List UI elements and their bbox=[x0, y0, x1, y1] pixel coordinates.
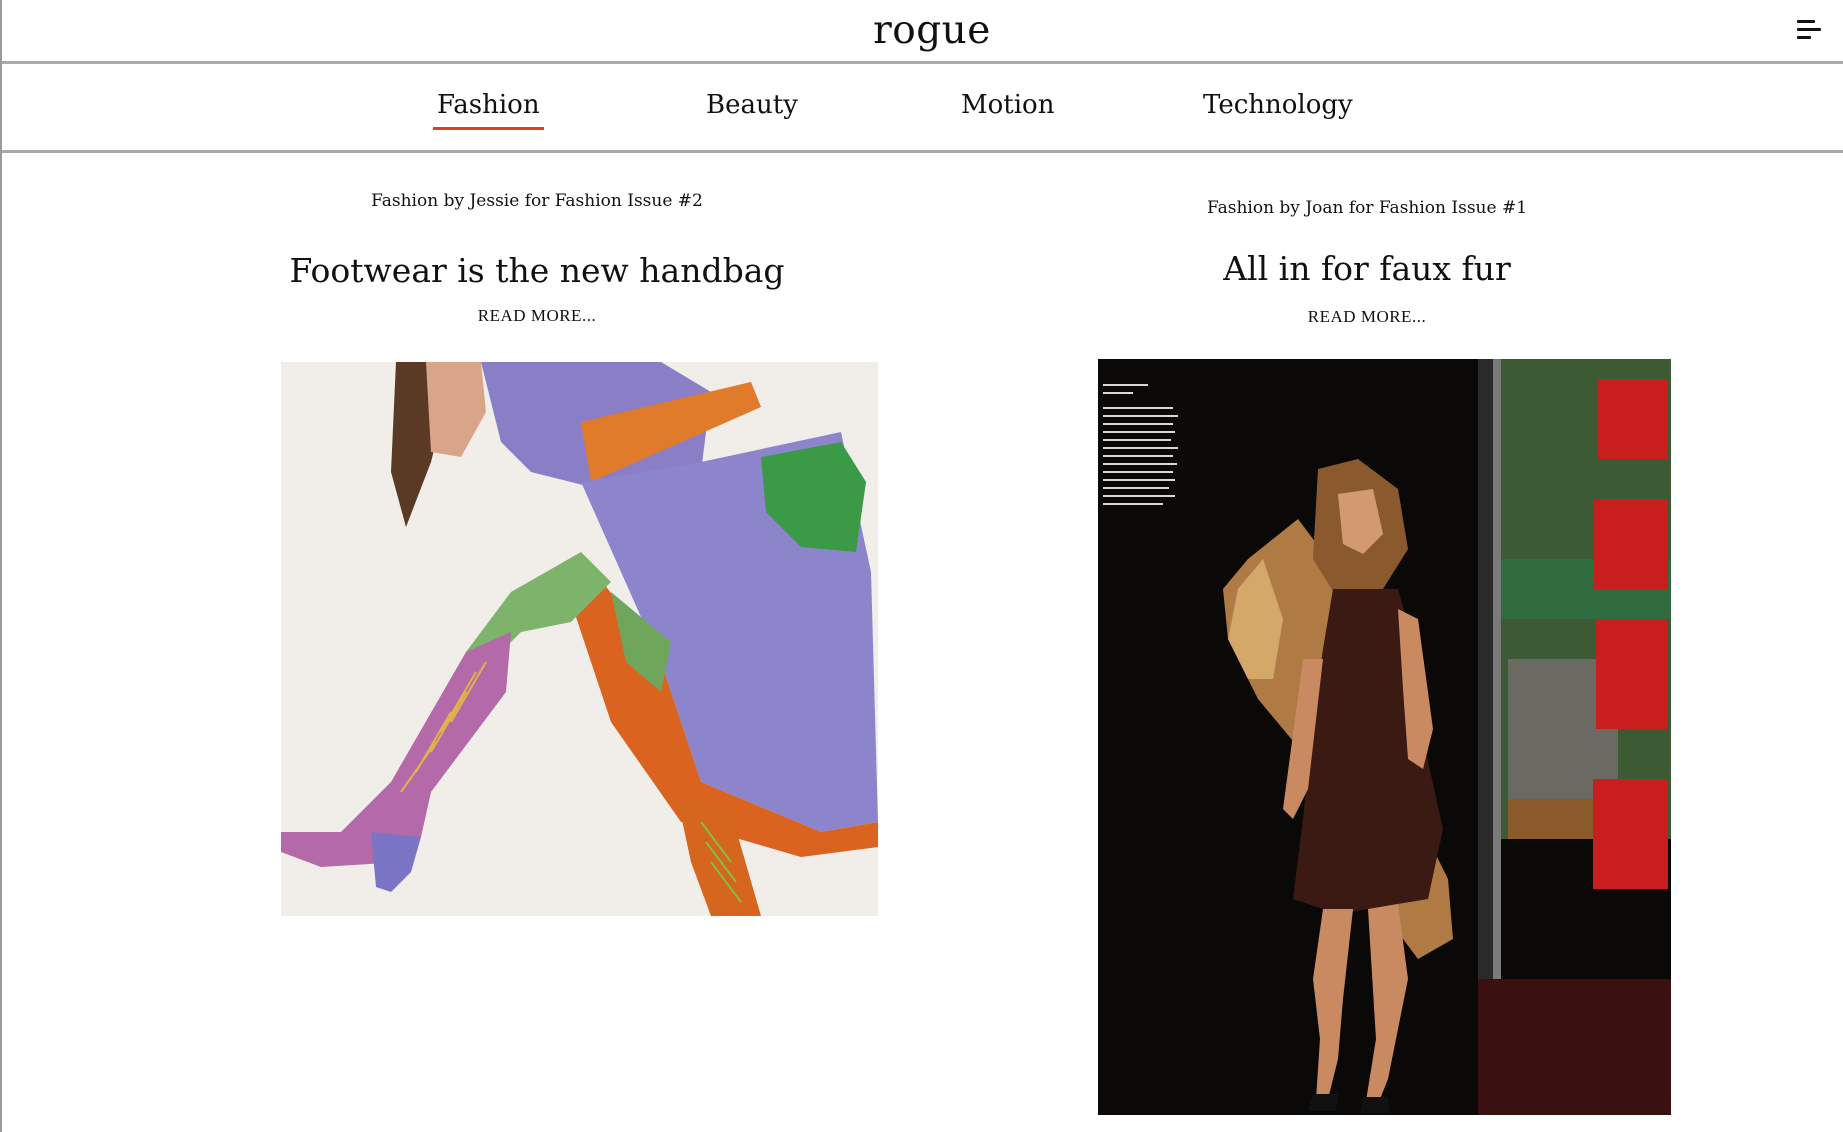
read-more-link[interactable]: READ MORE... bbox=[237, 306, 837, 326]
fashion-photo-lace-up-boots bbox=[281, 362, 878, 916]
article-title[interactable]: Footwear is the new handbag bbox=[237, 251, 837, 290]
article-photo[interactable] bbox=[1098, 359, 1671, 1115]
fashion-photo-faux-fur-stole bbox=[1098, 359, 1671, 1115]
page-frame: rogue Fashion Beauty Motion Technology F… bbox=[0, 0, 1843, 1132]
nav-item-fashion[interactable]: Fashion bbox=[433, 90, 544, 130]
article-byline: Fashion by Jessie for Fashion Issue #2 bbox=[371, 191, 703, 211]
nav-item-motion[interactable]: Motion bbox=[961, 90, 1054, 120]
article-title[interactable]: All in for faux fur bbox=[1067, 249, 1667, 288]
nav-item-technology[interactable]: Technology bbox=[1203, 90, 1353, 120]
article-photo[interactable] bbox=[281, 362, 878, 916]
article-card: Fashion by Joan for Fashion Issue #1 All… bbox=[1067, 153, 1671, 1115]
article-byline: Fashion by Joan for Fashion Issue #1 bbox=[1206, 198, 1528, 218]
read-more-link[interactable]: READ MORE... bbox=[1067, 307, 1667, 327]
hamburger-menu-icon[interactable] bbox=[1797, 18, 1823, 42]
site-logo[interactable]: rogue bbox=[2, 8, 1843, 53]
category-nav: Fashion Beauty Motion Technology bbox=[2, 64, 1843, 153]
nav-item-beauty[interactable]: Beauty bbox=[706, 90, 798, 120]
article-card: Fashion by Jessie for Fashion Issue #2 F… bbox=[237, 153, 878, 933]
site-header: rogue bbox=[2, 0, 1843, 64]
